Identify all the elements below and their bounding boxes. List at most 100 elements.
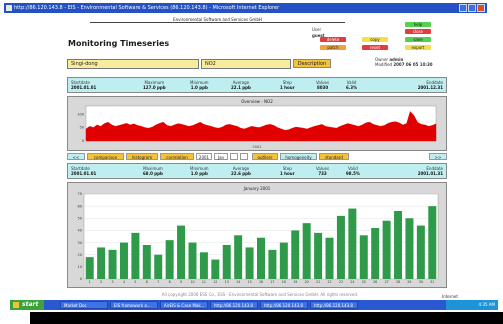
bottom-black-bar	[30, 312, 503, 324]
standard-button[interactable]: standard	[319, 153, 349, 160]
x-tick-label: 3	[112, 280, 114, 284]
export-button[interactable]: export	[405, 45, 431, 50]
save-button[interactable]: save	[405, 37, 431, 42]
y-tick-label: 20	[78, 253, 82, 257]
january-title: January 2001	[243, 186, 271, 191]
correlation-button[interactable]: correlation	[160, 153, 194, 160]
system-tray: 4:35 AM	[446, 300, 498, 310]
x-tick-label: 17	[270, 280, 274, 284]
clock: 4:35 AM	[478, 302, 495, 307]
delete-button[interactable]: delete	[320, 37, 346, 42]
ie-icon	[6, 5, 12, 11]
x-tick-label: 18	[282, 280, 286, 284]
x-tick-label: 27	[385, 280, 389, 284]
taskbar-item[interactable]: AirEIS & Case Mak...	[160, 301, 208, 309]
bar	[165, 240, 174, 279]
page: Environmental Software and Services GmbH…	[50, 13, 448, 297]
day-select[interactable]	[230, 153, 238, 160]
bar	[199, 252, 208, 279]
y-tick-label: 0	[82, 139, 84, 143]
bar	[325, 237, 334, 279]
x-tick-label: 20	[305, 280, 309, 284]
bar	[268, 249, 277, 279]
footer-copyright: All copyright 2006 ESS Co., ESS - Enviro…	[161, 292, 359, 297]
taskbar-item[interactable]: Market Doc	[60, 301, 108, 309]
y-tick-label: 100	[77, 112, 84, 116]
step-value: 1 hour	[280, 85, 295, 90]
taskbar-item[interactable]: EIS framework a...	[110, 301, 158, 309]
hour-select[interactable]	[240, 153, 248, 160]
page-title: Monitoring Timeseries	[68, 39, 170, 48]
x-tick-label: 19	[293, 280, 297, 284]
close-window-icon[interactable]	[477, 4, 485, 12]
x-tick-label: 31	[430, 280, 434, 284]
bar	[188, 242, 197, 279]
x-tick-label: 26	[373, 280, 377, 284]
outliers-button[interactable]: outliers	[252, 153, 278, 160]
pollutant-select[interactable]: NO2	[201, 59, 291, 69]
bar	[371, 228, 380, 279]
x-tick-label: 12	[213, 280, 217, 284]
bar	[348, 208, 357, 279]
bar	[291, 230, 300, 279]
window-title: http://86.120.143.8 - EIS - Environmenta…	[14, 5, 280, 11]
start-button[interactable]: start	[10, 300, 44, 310]
y-tick-label: 60	[78, 204, 82, 208]
y-tick-label: 0	[80, 277, 82, 281]
stats-panel-bottom: Startdate 2001.01.01 Maximum 68.0 ppb Mini…	[67, 163, 447, 179]
x-tick-label: 15	[248, 280, 252, 284]
bar	[222, 245, 231, 279]
overview-chart-panel: Overview - NO2 2001 0 50 100	[67, 96, 447, 151]
station-select[interactable]: Singi-dong	[67, 59, 199, 69]
minimize-icon[interactable]	[459, 4, 467, 12]
histogram-button[interactable]: histogram	[126, 153, 158, 160]
year-select[interactable]: 2001	[196, 153, 212, 160]
bar	[302, 223, 311, 279]
x-tick-label: 14	[236, 280, 240, 284]
next-button[interactable]: >>	[429, 153, 447, 160]
taskbar-item[interactable]: http://86.120.143.8	[260, 301, 308, 309]
bar	[97, 247, 106, 279]
overview-title: Overview - NO2	[241, 99, 273, 104]
bar	[314, 232, 323, 279]
values-value: 8030	[316, 85, 329, 90]
patch-button[interactable]: patch	[320, 45, 346, 50]
x-tick-label: 29	[407, 280, 411, 284]
homogeneity-button[interactable]: homogeneity	[280, 153, 317, 160]
x-tick-label: 5	[134, 280, 136, 284]
bar	[234, 235, 243, 279]
bar	[245, 247, 254, 279]
start-label: start	[22, 301, 39, 308]
bar	[359, 235, 368, 279]
x-tick-label: 16	[259, 280, 263, 284]
copy-button[interactable]: copy	[362, 37, 388, 42]
taskbar-item[interactable]: http://86.120.143.8	[310, 301, 358, 309]
average-value: 22.1 ppb	[231, 85, 251, 90]
bar	[257, 237, 265, 279]
modified-label: Modified	[375, 62, 393, 67]
close-button[interactable]: close	[405, 29, 431, 34]
bar	[108, 249, 117, 279]
step-value: 1 hour	[280, 171, 295, 176]
comparison-button[interactable]: comparison	[87, 153, 124, 160]
january-chart-panel: January 2001 0 10 20 30 40 50 60 70 1 2 3 4 5 6 7 8 9 10 1…	[67, 182, 447, 288]
x-tick-label: 30	[419, 280, 423, 284]
maximum-value: 127.0 ppb	[143, 85, 166, 90]
x-tick-label: 1	[89, 280, 91, 284]
description-button[interactable]: Description	[293, 59, 331, 68]
month-select[interactable]: Jan	[214, 153, 228, 160]
x-tick-label: 4	[123, 280, 125, 284]
y-tick-label: 50	[78, 216, 82, 220]
maximum-value: 68.0 ppb	[143, 171, 163, 176]
enddate-value: 2001.01.31	[417, 171, 443, 176]
help-button[interactable]: help	[405, 22, 431, 27]
taskbar-item[interactable]: http://86.120.143.8	[210, 301, 258, 309]
valid-value: 6.3%	[346, 85, 358, 90]
bar	[416, 225, 425, 279]
bar	[211, 259, 220, 279]
bar	[85, 257, 94, 279]
reset-button[interactable]: reset	[362, 45, 388, 50]
prev-button[interactable]: <<	[67, 153, 85, 160]
maximize-icon[interactable]	[468, 4, 476, 12]
average-value: 22.6 ppb	[231, 171, 251, 176]
